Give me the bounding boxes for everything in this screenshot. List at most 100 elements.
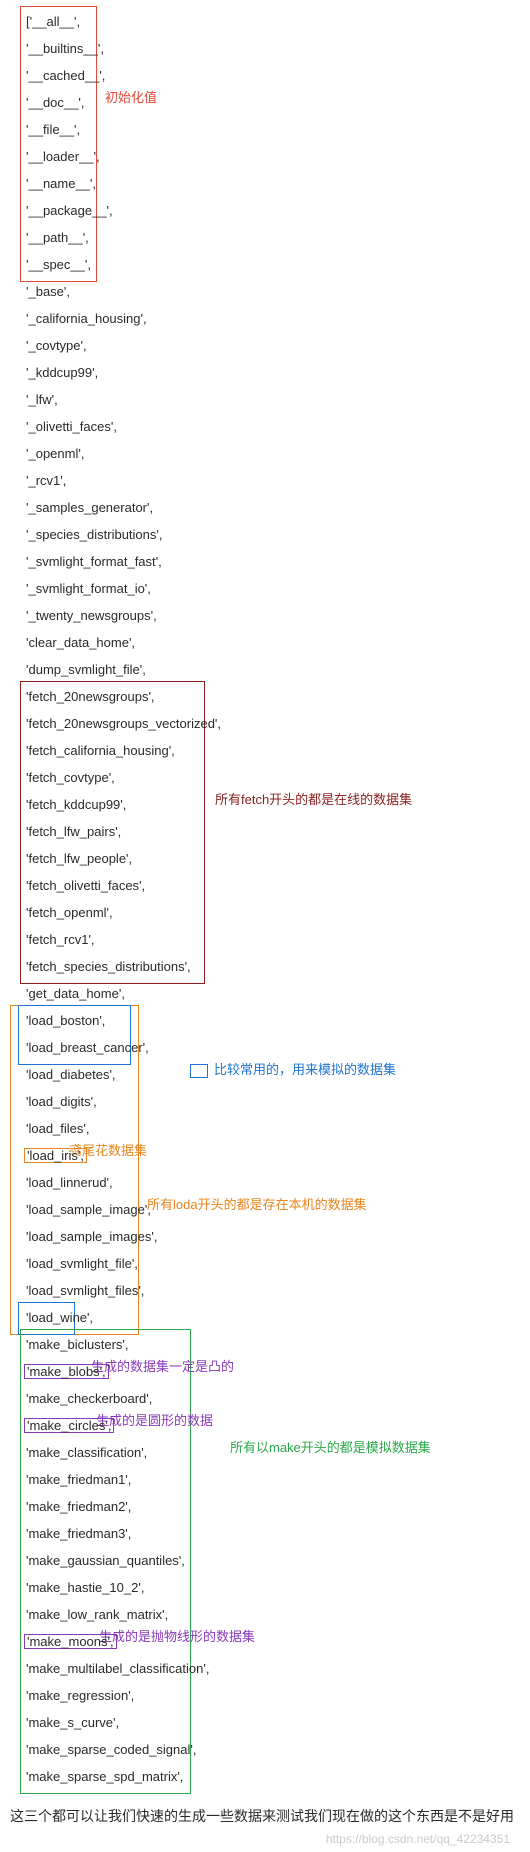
list-item: '__doc__', bbox=[24, 89, 524, 116]
list-item: '__path__', bbox=[24, 224, 524, 251]
list-item: 'load_files', bbox=[24, 1115, 524, 1142]
item-text: 'make_friedman3', bbox=[24, 1526, 133, 1541]
item-text: '_california_housing', bbox=[24, 311, 149, 326]
list-item: '__builtins__', bbox=[24, 35, 524, 62]
list-item: '_openml', bbox=[24, 440, 524, 467]
item-text: 'make_friedman1', bbox=[24, 1472, 133, 1487]
item-text: 'make_circles', bbox=[24, 1418, 114, 1433]
item-text: '__builtins__', bbox=[24, 41, 106, 56]
list-item: 'fetch_openml', bbox=[24, 899, 524, 926]
item-text: '_species_distributions', bbox=[24, 527, 164, 542]
item-text: 'load_diabetes', bbox=[24, 1067, 118, 1082]
item-text: 'make_regression', bbox=[24, 1688, 136, 1703]
watermark: https://blog.csdn.net/qq_42234351 bbox=[0, 1832, 530, 1852]
item-text: 'fetch_lfw_people', bbox=[24, 851, 134, 866]
list-item: '_lfw', bbox=[24, 386, 524, 413]
item-text: 'load_files', bbox=[24, 1121, 92, 1136]
item-text: 'make_friedman2', bbox=[24, 1499, 133, 1514]
list-item: '_rcv1', bbox=[24, 467, 524, 494]
list-item: 'fetch_california_housing', bbox=[24, 737, 524, 764]
list-item: 'fetch_kddcup99', bbox=[24, 791, 524, 818]
item-text: 'make_biclusters', bbox=[24, 1337, 131, 1352]
item-text: 'make_sparse_coded_signal', bbox=[24, 1742, 198, 1757]
list-item: '_olivetti_faces', bbox=[24, 413, 524, 440]
list-item: 'fetch_20newsgroups_vectorized', bbox=[24, 710, 524, 737]
item-text: 'clear_data_home', bbox=[24, 635, 137, 650]
list-item: 'fetch_lfw_pairs', bbox=[24, 818, 524, 845]
item-text: 'make_sparse_spd_matrix', bbox=[24, 1769, 185, 1784]
item-text: 'load_iris', bbox=[24, 1148, 87, 1163]
list-item: '_svmlight_format_io', bbox=[24, 575, 524, 602]
item-text: 'make_checkerboard', bbox=[24, 1391, 154, 1406]
item-text: 'fetch_openml', bbox=[24, 905, 115, 920]
list-item: '_samples_generator', bbox=[24, 494, 524, 521]
item-text: '__package__', bbox=[24, 203, 115, 218]
list-item: '__cached__', bbox=[24, 62, 524, 89]
item-text: 'make_gaussian_quantiles', bbox=[24, 1553, 187, 1568]
item-text: 'get_data_home', bbox=[24, 986, 127, 1001]
list-item: 'load_iris', bbox=[24, 1142, 524, 1169]
item-text: 'load_svmlight_files', bbox=[24, 1283, 146, 1298]
list-item: 'load_svmlight_file', bbox=[24, 1250, 524, 1277]
list-item: '__loader__', bbox=[24, 143, 524, 170]
list-item: 'fetch_olivetti_faces', bbox=[24, 872, 524, 899]
list-item: 'load_boston', bbox=[24, 1007, 524, 1034]
item-text: 'load_wine', bbox=[24, 1310, 95, 1325]
item-text: 'make_multilabel_classification', bbox=[24, 1661, 211, 1676]
list-item: 'make_low_rank_matrix', bbox=[24, 1601, 524, 1628]
item-text: '__spec__', bbox=[24, 257, 93, 272]
item-text: '__loader__', bbox=[24, 149, 102, 164]
item-text: 'fetch_kddcup99', bbox=[24, 797, 128, 812]
item-text: '_svmlight_format_fast', bbox=[24, 554, 164, 569]
item-text: '_olivetti_faces', bbox=[24, 419, 119, 434]
list-item: 'make_friedman1', bbox=[24, 1466, 524, 1493]
list-item: '_base', bbox=[24, 278, 524, 305]
list-item: 'make_checkerboard', bbox=[24, 1385, 524, 1412]
item-text: 'load_digits', bbox=[24, 1094, 99, 1109]
item-text: '_svmlight_format_io', bbox=[24, 581, 153, 596]
list-item: 'load_diabetes', bbox=[24, 1061, 524, 1088]
item-text: '_base', bbox=[24, 284, 72, 299]
list-item: '_twenty_newsgroups', bbox=[24, 602, 524, 629]
item-text: 'fetch_lfw_pairs', bbox=[24, 824, 123, 839]
list-item: '_kddcup99', bbox=[24, 359, 524, 386]
item-text: 'make_blobs', bbox=[24, 1364, 109, 1379]
list-item: '_svmlight_format_fast', bbox=[24, 548, 524, 575]
item-text: 'fetch_rcv1', bbox=[24, 932, 97, 947]
item-text: '_kddcup99', bbox=[24, 365, 100, 380]
list-item: 'make_blobs', bbox=[24, 1358, 524, 1385]
list-item: 'make_sparse_coded_signal', bbox=[24, 1736, 524, 1763]
list-item: 'fetch_lfw_people', bbox=[24, 845, 524, 872]
item-text: 'make_hastie_10_2', bbox=[24, 1580, 146, 1595]
item-text: 'fetch_covtype', bbox=[24, 770, 117, 785]
list-item: 'get_data_home', bbox=[24, 980, 524, 1007]
list-item: 'fetch_species_distributions', bbox=[24, 953, 524, 980]
item-text: '__path__', bbox=[24, 230, 91, 245]
item-text: '_lfw', bbox=[24, 392, 60, 407]
list-item: 'clear_data_home', bbox=[24, 629, 524, 656]
list-item: 'make_s_curve', bbox=[24, 1709, 524, 1736]
list-item: 'make_regression', bbox=[24, 1682, 524, 1709]
list-item: 'load_sample_images', bbox=[24, 1223, 524, 1250]
item-text: '_covtype', bbox=[24, 338, 89, 353]
item-text: 'dump_svmlight_file', bbox=[24, 662, 148, 677]
list-item: '__package__', bbox=[24, 197, 524, 224]
list-item: '__spec__', bbox=[24, 251, 524, 278]
code-listing: 初始化值 所有fetch开头的都是在线的数据集 鸢尾花数据集 比较常用的，用来模… bbox=[0, 0, 530, 1794]
item-text: 'load_linnerud', bbox=[24, 1175, 115, 1190]
item-text: 'make_classification', bbox=[24, 1445, 149, 1460]
list-item: 'make_biclusters', bbox=[24, 1331, 524, 1358]
list-item: 'fetch_covtype', bbox=[24, 764, 524, 791]
item-text: '_samples_generator', bbox=[24, 500, 155, 515]
item-text: 'make_low_rank_matrix', bbox=[24, 1607, 170, 1622]
item-text: '__name__', bbox=[24, 176, 98, 191]
item-text: '_rcv1', bbox=[24, 473, 68, 488]
list-item: 'make_friedman2', bbox=[24, 1493, 524, 1520]
list-item: 'dump_svmlight_file', bbox=[24, 656, 524, 683]
list-item: 'load_wine', bbox=[24, 1304, 524, 1331]
item-text: 'make_s_curve', bbox=[24, 1715, 121, 1730]
list-item: 'make_friedman3', bbox=[24, 1520, 524, 1547]
list-item: 'fetch_rcv1', bbox=[24, 926, 524, 953]
list-item: 'make_hastie_10_2', bbox=[24, 1574, 524, 1601]
item-text: 'fetch_20newsgroups', bbox=[24, 689, 157, 704]
